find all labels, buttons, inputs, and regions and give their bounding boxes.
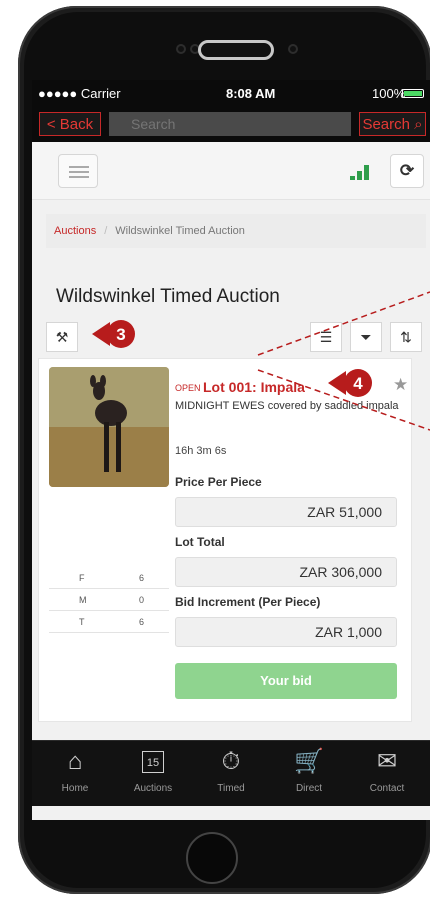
gavel-icon: ⚒ [55,328,69,345]
proximity-sensor-icon [288,44,298,54]
front-camera-icon [176,44,186,54]
breadcrumb-auctions-link[interactable]: Auctions [54,225,96,237]
back-button[interactable]: < Back [39,112,101,136]
lot-stats-table: F 6 M 0 T 6 [49,567,169,633]
bid-tool-button[interactable]: ⚒ [46,322,78,352]
envelope-icon: ✉ [376,748,398,775]
favorite-star-icon[interactable]: ★ [393,375,408,395]
sort-button[interactable]: ⇅ [390,322,422,352]
cart-icon: 🛒 [294,748,324,775]
your-bid-button[interactable]: Your bid [175,663,397,699]
calendar-icon: 15 [142,751,164,773]
tab-contact[interactable]: ✉ Contact [348,741,426,807]
refresh-icon: ⟳ [399,161,415,180]
stats-row-total: T 6 [49,611,169,633]
stats-row-female: F 6 [49,567,169,589]
impala-image [49,367,169,487]
lot-description: MIDNIGHT EWES covered by saddled impala [175,400,399,412]
breadcrumb-separator: / [104,225,108,237]
menu-button[interactable] [58,154,98,188]
home-icon: ⌂ [67,748,83,775]
phone-top-hardware [18,6,430,86]
list-view-button[interactable]: ☰ [310,322,342,352]
page-title: Wildswinkel Timed Auction [56,286,280,307]
status-badge: OPEN [175,383,201,393]
filter-button[interactable]: ⏷ [350,322,382,352]
hamburger-icon [69,166,89,168]
clock-label: 8:08 AM [226,86,276,101]
tab-timed[interactable]: ⏱ Timed [192,741,270,807]
hardware-home-button[interactable] [186,832,238,884]
bottom-tab-bar: ⌂ Home 15 Auctions ⏱ Timed 🛒 Direct ✉ Co… [32,740,430,806]
search-button-icon: ⌕ [414,115,423,133]
list-icon: ☰ [319,328,333,345]
lot-total-label: Lot Total [175,535,225,549]
tab-home[interactable]: ⌂ Home [36,741,114,807]
lot-thumbnail[interactable] [49,367,169,487]
breadcrumb: Auctions / Wildswinkel Timed Auction [46,214,426,248]
lot-total-value: ZAR 306,000 [175,557,397,587]
carrier-label: ●●●●● Carrier [38,86,121,101]
app-header: ⟳ [32,142,430,200]
stopwatch-icon: ⏱ [221,748,241,775]
price-per-piece-label: Price Per Piece [175,475,262,489]
lot-card[interactable]: F 6 M 0 T 6 OPEN Lot 001: Impala ★ MIDNI… [38,358,412,722]
stats-row-male: M 0 [49,589,169,611]
bid-increment-label: Bid Increment (Per Piece) [175,595,321,609]
price-per-piece-value: ZAR 51,000 [175,497,397,527]
tab-direct[interactable]: 🛒 Direct [270,741,348,807]
search-button-label: Search [362,115,410,133]
lot-title-link[interactable]: Lot 001: Impala [203,379,305,395]
refresh-button[interactable]: ⟳ [390,154,424,188]
browser-navbar: < Back ⌕ Search ⌕ [32,106,430,142]
battery-label: 100% [372,86,406,101]
search-button[interactable]: Search ⌕ [359,112,426,136]
filter-icon: ⏷ [360,328,372,345]
bid-increment-value: ZAR 1,000 [175,617,397,647]
tab-auctions[interactable]: 15 Auctions [114,741,192,807]
battery-icon [402,89,424,98]
lot-timer: 16h 3m 6s [175,445,227,457]
speaker-grille [198,40,274,60]
breadcrumb-current: Wildswinkel Timed Auction [115,225,245,237]
status-bar: ●●●●● Carrier 8:08 AM 100% [32,80,430,106]
app-screen: ●●●●● Carrier 8:08 AM 100% < Back ⌕ Sear… [32,80,430,820]
signal-strength-icon [350,164,374,180]
sort-icon: ⇅ [400,328,412,345]
search-input[interactable] [109,112,351,136]
